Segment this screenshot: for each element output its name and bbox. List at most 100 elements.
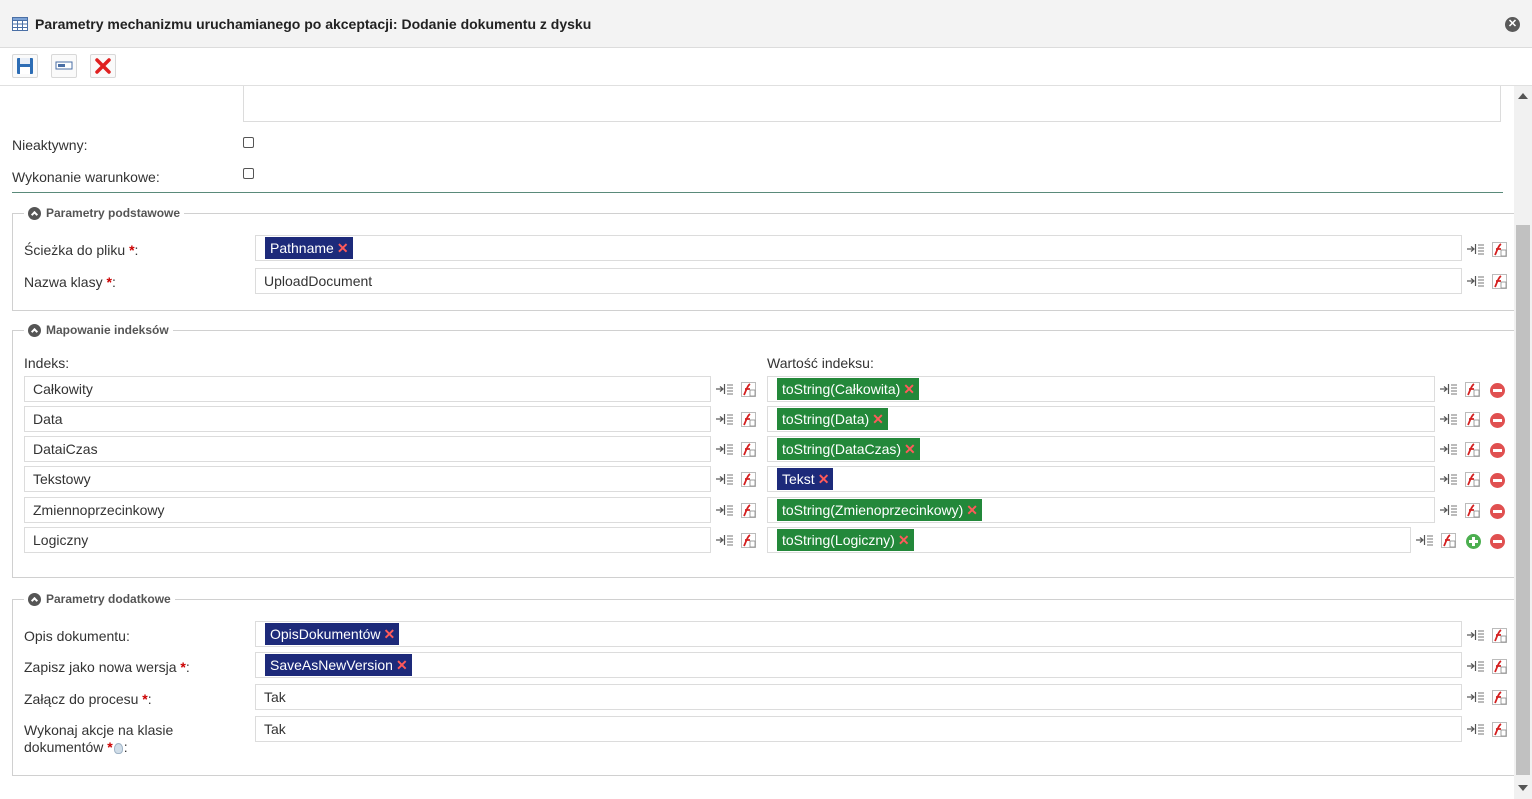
map-variable-icon[interactable] — [716, 382, 734, 396]
map-variable-icon[interactable] — [716, 412, 734, 426]
map-variable-icon[interactable] — [1440, 412, 1458, 426]
map-variable-icon[interactable] — [1416, 533, 1434, 547]
description-input[interactable]: OpisDokumentów ✕ — [255, 621, 1462, 647]
scroll-up-arrow-icon[interactable] — [1518, 93, 1528, 99]
formula-icon[interactable] — [741, 503, 756, 518]
formula-icon[interactable] — [1492, 659, 1507, 674]
inactive-checkbox[interactable] — [243, 137, 254, 148]
description-textarea[interactable] — [243, 86, 1501, 122]
map-variable-icon[interactable] — [1467, 690, 1485, 704]
map-variable-icon[interactable] — [1440, 472, 1458, 486]
window-button[interactable] — [51, 54, 77, 78]
index-name-input[interactable]: Data — [24, 406, 711, 432]
map-variable-glyph — [1467, 661, 1484, 672]
formula-icon[interactable] — [1465, 382, 1480, 397]
formula-icon[interactable] — [1465, 472, 1480, 487]
remove-row-icon[interactable] — [1490, 383, 1505, 398]
formula-icon[interactable] — [1492, 274, 1507, 289]
remove-tag-icon[interactable]: ✕ — [872, 411, 884, 427]
map-variable-glyph — [1467, 244, 1484, 255]
formula-icon[interactable] — [1492, 628, 1507, 643]
map-variable-icon[interactable] — [716, 442, 734, 456]
scroll-down-arrow-icon[interactable] — [1518, 785, 1528, 791]
remove-tag-icon[interactable]: ✕ — [898, 532, 910, 548]
remove-tag-icon[interactable]: ✕ — [818, 471, 830, 487]
index-value-input[interactable]: toString(DataCzas) ✕ — [767, 436, 1435, 462]
remove-tag-icon[interactable]: ✕ — [396, 657, 408, 673]
index-name-input[interactable]: Tekstowy — [24, 466, 711, 492]
index-value-input[interactable]: toString(Całkowita) ✕ — [767, 376, 1435, 402]
formula-icon[interactable] — [741, 382, 756, 397]
map-variable-glyph — [1467, 276, 1484, 287]
index-value-input[interactable]: toString(Data) ✕ — [767, 406, 1435, 432]
index-name-input[interactable]: Całkowity — [24, 376, 711, 402]
basic-params-legend[interactable]: Parametry podstawowe — [24, 206, 185, 220]
map-variable-icon[interactable] — [1440, 503, 1458, 517]
map-variable-glyph — [716, 535, 733, 546]
map-variable-icon[interactable] — [716, 472, 734, 486]
remove-tag-icon[interactable]: ✕ — [384, 626, 396, 642]
conditional-checkbox[interactable] — [243, 168, 254, 179]
new-version-label: Zapisz jako nowa wersja *: — [24, 659, 190, 675]
formula-icon[interactable] — [741, 412, 756, 427]
map-variable-glyph — [1440, 414, 1457, 425]
remove-tag-icon[interactable]: ✕ — [966, 502, 978, 518]
remove-tag-icon[interactable]: ✕ — [904, 441, 916, 457]
class-label: Nazwa klasy *: — [24, 274, 116, 290]
formula-icon[interactable] — [1465, 442, 1480, 457]
save-button[interactable] — [12, 54, 38, 78]
collapse-icon[interactable] — [28, 323, 41, 337]
remove-tag-icon[interactable]: ✕ — [903, 381, 915, 397]
add-row-icon[interactable] — [1466, 534, 1481, 549]
formula-icon[interactable] — [741, 472, 756, 487]
toolbar — [0, 48, 1532, 86]
dialog-title: Parametry mechanizmu uruchamianego po ak… — [35, 16, 592, 32]
map-variable-icon[interactable] — [1467, 628, 1485, 642]
remove-row-icon[interactable] — [1490, 473, 1505, 488]
formula-icon[interactable] — [1465, 412, 1480, 427]
path-input[interactable]: Pathname ✕ — [255, 235, 1462, 261]
index-mapping-legend[interactable]: Mapowanie indeksów — [24, 323, 173, 337]
cancel-button[interactable] — [90, 54, 116, 78]
class-input[interactable]: UploadDocument — [255, 268, 1462, 294]
formula-icon[interactable] — [741, 442, 756, 457]
index-name-input[interactable]: DataiCzas — [24, 436, 711, 462]
formula-icon[interactable] — [1492, 242, 1507, 257]
collapse-icon[interactable] — [28, 206, 41, 220]
index-value-tag: toString(Data) ✕ — [777, 408, 888, 430]
map-variable-glyph — [1467, 724, 1484, 735]
index-name-input[interactable]: Zmiennoprzecinkowy — [24, 497, 711, 523]
remove-tag-icon[interactable]: ✕ — [337, 240, 349, 256]
map-variable-icon[interactable] — [1440, 382, 1458, 396]
formula-icon[interactable] — [1465, 503, 1480, 518]
remove-row-icon[interactable] — [1490, 504, 1505, 519]
formula-icon[interactable] — [1492, 690, 1507, 705]
collapse-icon[interactable] — [28, 592, 41, 606]
attach-input[interactable]: Tak — [255, 684, 1462, 710]
map-variable-icon[interactable] — [1467, 722, 1485, 736]
hint-bulb-icon[interactable] — [113, 742, 123, 754]
scrollbar-thumb[interactable] — [1516, 225, 1530, 775]
index-value-input[interactable]: Tekst ✕ — [767, 466, 1435, 492]
action-input[interactable]: Tak — [255, 716, 1462, 742]
formula-icon[interactable] — [1492, 722, 1507, 737]
path-tag-text: Pathname — [270, 240, 334, 256]
map-variable-icon[interactable] — [716, 503, 734, 517]
map-variable-icon[interactable] — [1467, 274, 1485, 288]
index-value-input[interactable]: toString(Logiczny) ✕ — [767, 527, 1411, 553]
formula-icon[interactable] — [741, 533, 756, 548]
extra-params-legend[interactable]: Parametry dodatkowe — [24, 592, 175, 606]
remove-row-icon[interactable] — [1490, 443, 1505, 458]
new-version-input[interactable]: SaveAsNewVersion ✕ — [255, 652, 1462, 678]
index-name-input[interactable]: Logiczny — [24, 527, 711, 553]
map-variable-icon[interactable] — [1440, 442, 1458, 456]
map-variable-icon[interactable] — [716, 533, 734, 547]
remove-row-icon[interactable] — [1490, 534, 1505, 549]
remove-row-icon[interactable] — [1490, 413, 1505, 428]
formula-icon[interactable] — [1441, 533, 1456, 548]
close-icon[interactable]: ✕ — [1505, 17, 1520, 32]
map-variable-icon[interactable] — [1467, 242, 1485, 256]
map-variable-icon[interactable] — [1467, 659, 1485, 673]
new-version-tag: SaveAsNewVersion ✕ — [265, 654, 412, 676]
index-value-input[interactable]: toString(Zmienoprzecinkowy) ✕ — [767, 497, 1435, 523]
